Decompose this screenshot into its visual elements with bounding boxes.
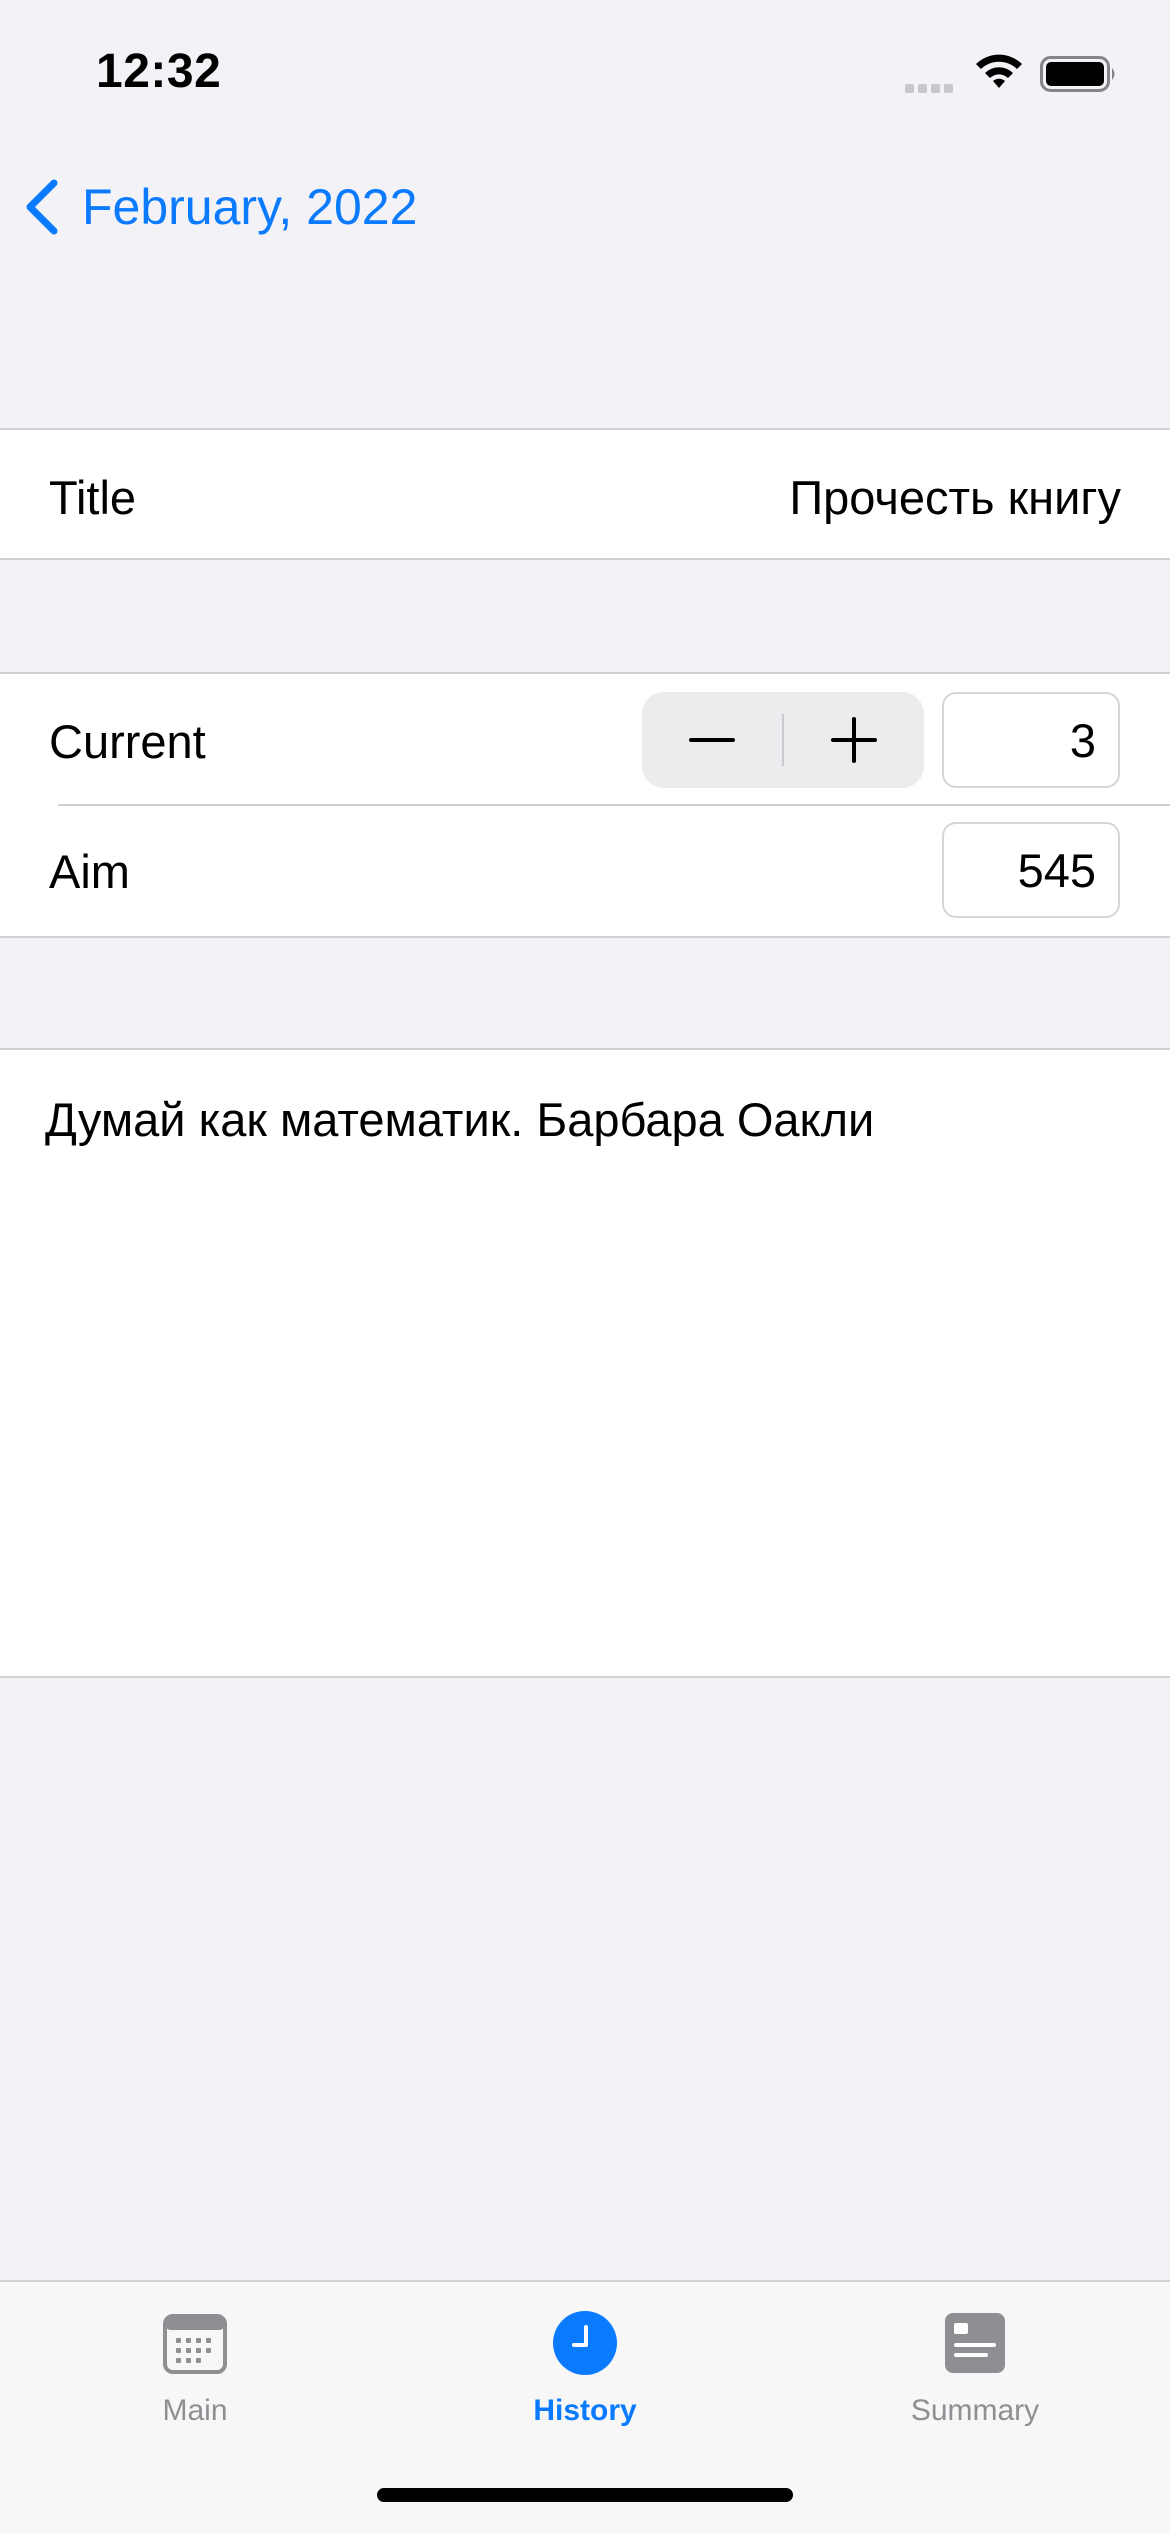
aim-row: Aim [0, 806, 1170, 936]
tab-history[interactable]: History [390, 2282, 780, 2442]
status-time: 12:32 [96, 45, 222, 98]
progress-section: Current Aim [0, 672, 1170, 938]
back-button[interactable]: February, 2022 [22, 172, 417, 242]
title-label: Title [49, 471, 137, 524]
tab-history-label: History [533, 2394, 637, 2427]
notes-text[interactable]: Думай как математик. Барбара Оакли [45, 1092, 874, 1147]
calendar-icon [163, 2314, 227, 2374]
current-label: Current [49, 715, 206, 768]
title-value[interactable]: Прочесть книгу [789, 470, 1121, 525]
clock-icon [553, 2311, 617, 2375]
current-stepper [642, 692, 924, 788]
wifi-icon [976, 54, 1022, 88]
home-indicator[interactable] [377, 2488, 793, 2502]
back-label: February, 2022 [82, 179, 418, 235]
current-row: Current [0, 674, 1170, 804]
aim-value-field[interactable] [942, 822, 1120, 918]
battery-icon [1040, 56, 1115, 92]
aim-label: Aim [49, 845, 130, 898]
current-value-field[interactable] [942, 692, 1120, 788]
plus-icon [831, 717, 877, 763]
cellular-signal-icon [905, 80, 961, 93]
tab-main-label: Main [162, 2394, 228, 2427]
tab-summary[interactable]: Summary [780, 2282, 1170, 2442]
minus-icon [689, 738, 735, 742]
tab-main[interactable]: Main [0, 2282, 390, 2442]
tab-summary-label: Summary [910, 2394, 1040, 2427]
decrement-button[interactable] [642, 692, 782, 788]
title-section: Title Прочесть книгу [0, 428, 1170, 560]
chevron-left-icon [26, 179, 58, 235]
increment-button[interactable] [784, 692, 924, 788]
summary-card-icon [945, 2313, 1005, 2373]
notes-section[interactable]: Думай как математик. Барбара Оакли [0, 1048, 1170, 1678]
